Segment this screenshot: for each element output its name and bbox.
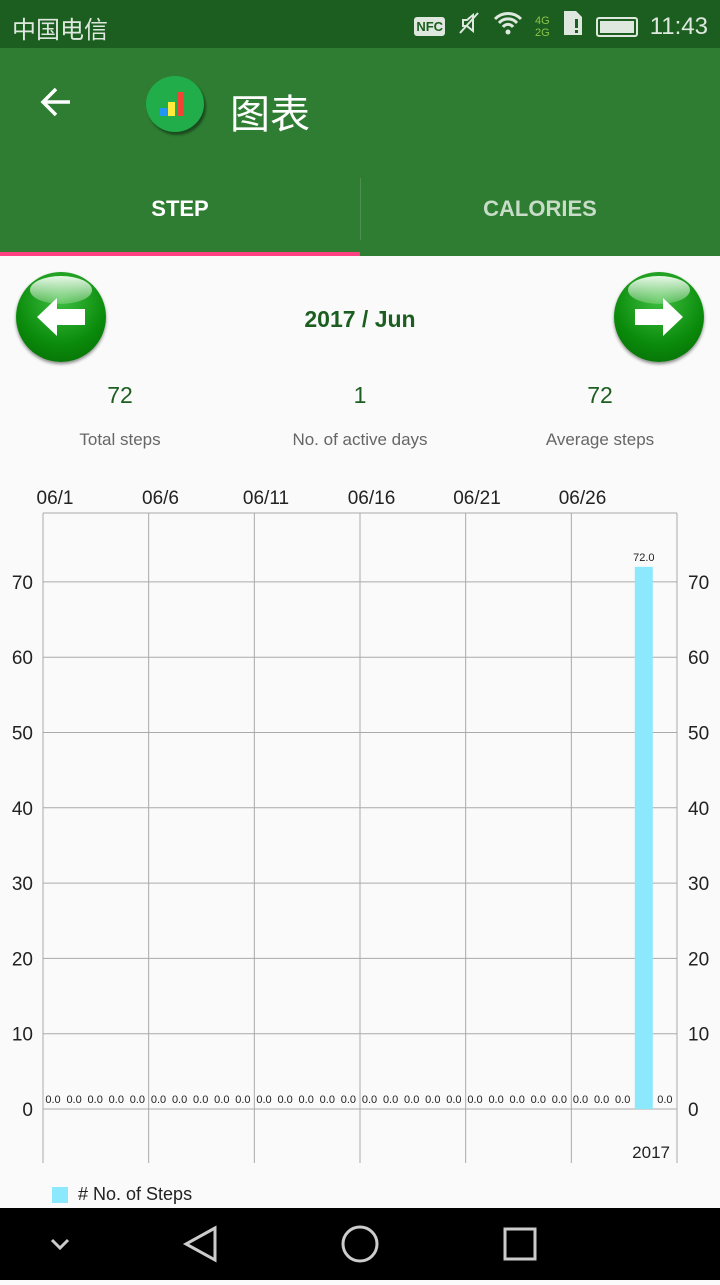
y-tick-label-left: 40	[12, 799, 33, 820]
y-tick-label-right: 50	[688, 724, 709, 745]
data-label: 0.0	[277, 1094, 292, 1106]
clock: 11:43	[649, 12, 708, 40]
stat-label: No. of active days	[292, 430, 428, 449]
data-label: 72.0	[633, 552, 654, 564]
sim-alert-icon	[562, 9, 584, 44]
wifi-icon	[493, 11, 523, 42]
y-tick-label-right: 40	[688, 799, 709, 820]
data-label: 0.0	[467, 1094, 482, 1106]
data-label: 0.0	[320, 1094, 335, 1106]
carrier-name: 中国电信	[12, 17, 108, 44]
bar-chart-logo	[146, 76, 204, 132]
y-tick-label-right: 60	[688, 648, 709, 669]
signal-icon: 4G 2G	[535, 15, 550, 39]
data-label: 0.0	[45, 1094, 60, 1106]
mute-icon	[457, 11, 481, 42]
data-label: 0.0	[657, 1094, 672, 1106]
data-label: 0.0	[109, 1094, 124, 1106]
data-label: 0.0	[299, 1094, 314, 1106]
tab-calories[interactable]: CALORIES	[360, 176, 720, 256]
stat-label: Average steps	[545, 430, 655, 449]
system-nav-bar	[0, 1208, 720, 1280]
data-label: 0.0	[531, 1094, 546, 1106]
data-label: 0.0	[404, 1094, 419, 1106]
data-label: 0.0	[615, 1094, 630, 1106]
home-icon[interactable]	[341, 1225, 379, 1263]
legend-label: # No. of Steps	[78, 1184, 193, 1204]
data-label: 0.0	[214, 1094, 229, 1106]
legend-swatch	[52, 1186, 68, 1203]
chart-legend: # No. of Steps	[52, 1184, 192, 1205]
y-tick-label-right: 30	[688, 874, 709, 895]
net-4g: 4G	[535, 14, 550, 27]
y-tick-label-left: 50	[12, 724, 33, 745]
back-icon[interactable]	[182, 1225, 217, 1263]
y-tick-label-left: 60	[12, 648, 33, 669]
x-tick-label: 06/6	[142, 488, 179, 509]
data-label: 0.0	[573, 1094, 588, 1106]
x-sublabel: 2017	[632, 1143, 670, 1162]
y-tick-label-right: 0	[688, 1100, 699, 1121]
bar	[634, 566, 653, 1109]
y-tick-label-right: 70	[688, 573, 709, 594]
stat-value: 72	[107, 382, 133, 408]
data-label: 0.0	[88, 1094, 103, 1106]
y-tick-label-left: 10	[12, 1025, 33, 1046]
y-tick-label-right: 10	[688, 1025, 709, 1046]
stat-value: 1	[353, 382, 367, 408]
battery-icon	[595, 16, 638, 37]
status-bar: 中国电信 NFC 4G 2G 11:43	[0, 0, 720, 48]
y-tick-label-right: 20	[688, 949, 709, 970]
stat-label: Total steps	[79, 430, 161, 449]
data-label: 0.0	[193, 1094, 208, 1106]
x-tick-label: 06/11	[243, 488, 289, 509]
net-2g: 2G	[535, 26, 550, 39]
x-tick-label: 06/1	[37, 488, 74, 509]
data-label: 0.0	[151, 1094, 166, 1106]
data-label: 0.0	[256, 1094, 271, 1106]
data-label: 0.0	[66, 1094, 81, 1106]
data-label: 0.0	[235, 1094, 250, 1106]
data-label: 0.0	[552, 1094, 567, 1106]
arrow-right-icon	[635, 298, 683, 336]
data-label: 0.0	[172, 1094, 187, 1106]
nfc-icon: NFC	[414, 17, 446, 36]
data-label: 0.0	[362, 1094, 377, 1106]
data-label: 0.0	[488, 1094, 503, 1106]
x-tick-label: 06/21	[453, 488, 501, 509]
y-tick-label-left: 0	[22, 1100, 33, 1121]
hide-keyboard-icon[interactable]	[50, 1238, 70, 1251]
y-tick-label-left: 30	[12, 874, 33, 895]
month-label: 2017 / Jun	[304, 306, 416, 332]
steps-bar-chart: 0 0 10 10 20 20 30 30 40 40 50 50 60 60 70 70 06/1 06/6 06…	[12, 488, 709, 1163]
data-label: 0.0	[341, 1094, 356, 1106]
x-tick-label: 06/26	[559, 488, 607, 509]
x-tick-label: 06/16	[348, 488, 396, 509]
data-label: 0.0	[446, 1094, 461, 1106]
recents-icon[interactable]	[503, 1227, 537, 1261]
stat-value: 72	[587, 382, 613, 408]
data-label: 0.0	[510, 1094, 525, 1106]
y-tick-label-left: 70	[12, 573, 33, 594]
data-label: 0.0	[130, 1094, 145, 1106]
page-title: 图表	[230, 93, 310, 137]
arrow-left-icon[interactable]	[38, 84, 74, 125]
next-month-button[interactable]	[614, 272, 704, 362]
data-label: 0.0	[594, 1094, 609, 1106]
data-label: 0.0	[383, 1094, 398, 1106]
y-tick-label-left: 20	[12, 949, 33, 970]
tab-step[interactable]: STEP	[0, 176, 360, 256]
data-label: 0.0	[425, 1094, 440, 1106]
